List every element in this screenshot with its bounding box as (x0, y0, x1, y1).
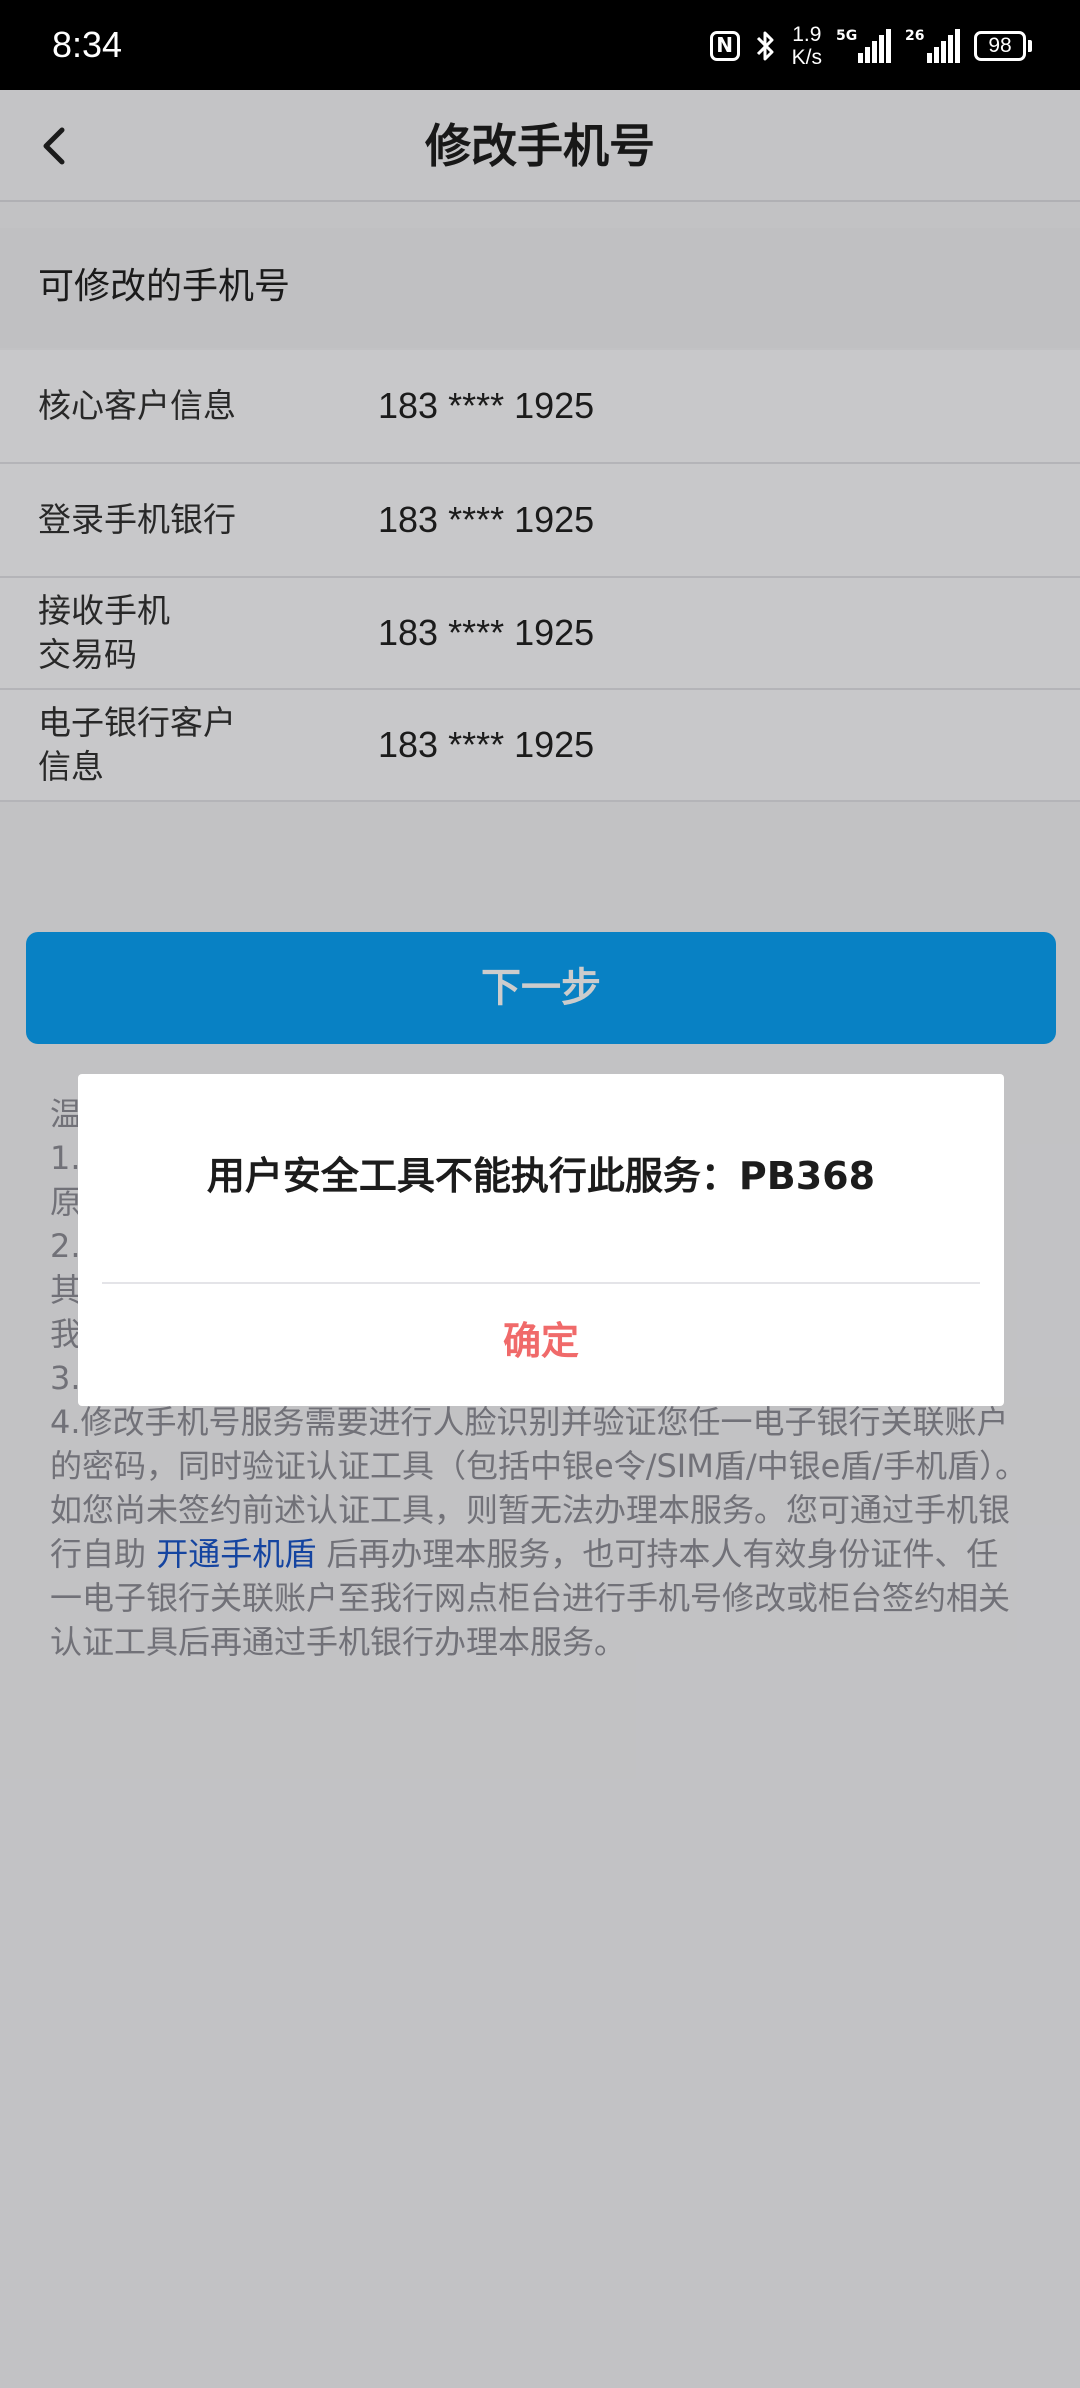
dialog-divider (102, 1282, 980, 1284)
screen: 8:34 N 1.9 K/s 5G 26 98 修改手机号 可修改的手机号 核心… (0, 0, 1080, 2388)
signal-5g-label: 5G (836, 28, 858, 44)
signal-26-label: 26 (905, 28, 925, 44)
network-speed: 1.9 K/s (792, 23, 822, 69)
bluetooth-icon (756, 31, 774, 61)
speed-unit: K/s (791, 46, 822, 69)
signal-5g-icon: 5G (836, 29, 891, 63)
signal-26-icon: 26 (905, 29, 960, 63)
speed-value: 1.9 (792, 23, 822, 46)
confirm-button[interactable]: 确定 (78, 1286, 1004, 1406)
battery-level: 98 (974, 31, 1026, 61)
battery-icon: 98 (974, 31, 1032, 61)
status-bar: 8:34 N 1.9 K/s 5G 26 98 (0, 0, 1080, 90)
status-time: 8:34 (52, 24, 123, 65)
nfc-icon: N (709, 31, 740, 61)
status-icons: N 1.9 K/s 5G 26 98 (709, 18, 1032, 74)
alert-dialog: 用户安全工具不能执行此服务：PB368 确定 (78, 1074, 1004, 1406)
dialog-message: 用户安全工具不能执行此服务：PB368 (206, 1154, 876, 1198)
